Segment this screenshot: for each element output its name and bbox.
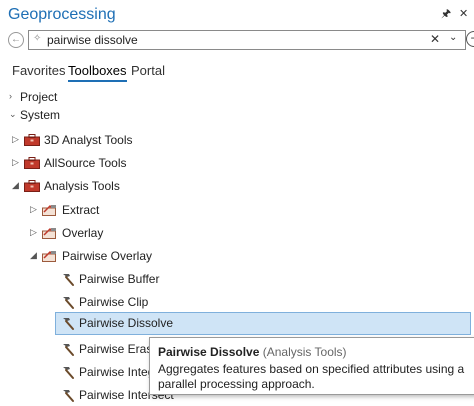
tool-pairwise-buffer[interactable]: Pairwise Buffer	[0, 270, 474, 290]
toolset-overlay[interactable]: ▷ Overlay	[0, 224, 474, 244]
toolset-icon	[42, 204, 56, 216]
toolset-pairwise-overlay[interactable]: ◢ Pairwise Overlay	[0, 247, 474, 267]
toolbox-3d-analyst[interactable]: ▷ 3D Analyst Tools	[0, 131, 474, 151]
hammer-icon	[63, 274, 74, 286]
hammer-icon	[63, 344, 74, 356]
hammer-icon	[63, 390, 74, 402]
pane-title: Geoprocessing	[8, 6, 116, 23]
hammer-icon	[63, 297, 74, 309]
hammer-icon	[63, 367, 74, 379]
close-pane-icon[interactable]: ✕	[459, 8, 468, 20]
tab-portal[interactable]: Portal	[131, 63, 165, 78]
back-arrow-icon[interactable]: ←	[8, 32, 24, 48]
hammer-icon	[63, 318, 74, 330]
toolbox-analysis[interactable]: ◢ Analysis Tools	[0, 177, 474, 197]
expand-arrow-icon[interactable]: ›	[9, 91, 19, 101]
collapse-all-icon[interactable]: −	[466, 31, 474, 47]
collapse-arrow-icon[interactable]: ◢	[12, 180, 22, 191]
tab-toolboxes[interactable]: Toolboxes	[68, 63, 127, 82]
toolset-icon	[42, 250, 56, 262]
collapse-arrow-icon[interactable]: ⌄	[9, 109, 19, 120]
tree-item-system[interactable]: ⌄ System	[0, 106, 474, 126]
toolset-icon	[42, 227, 56, 239]
tooltip-title: Pairwise Dissolve (Analysis Tools)	[158, 345, 347, 359]
search-row: ← ✧ ✕ ⌄ −	[0, 30, 474, 50]
tab-bar: Favorites Toolboxes Portal	[0, 63, 474, 85]
toolbox-icon	[24, 157, 40, 169]
toolset-extract[interactable]: ▷ Extract	[0, 201, 474, 221]
expand-arrow-icon[interactable]: ▷	[12, 134, 22, 145]
clear-search-icon[interactable]: ✕	[430, 32, 440, 46]
tool-pairwise-clip[interactable]: Pairwise Clip	[0, 293, 474, 313]
search-input[interactable]	[47, 32, 427, 48]
tab-favorites[interactable]: Favorites	[12, 63, 65, 78]
expand-arrow-icon[interactable]: ▷	[30, 204, 40, 215]
toolbox-allsource[interactable]: ▷ AllSource Tools	[0, 154, 474, 174]
tool-pairwise-dissolve[interactable]: Pairwise Dissolve	[0, 314, 474, 334]
pin-icon[interactable]: 🖈	[441, 8, 451, 20]
chevron-down-icon[interactable]: ⌄	[449, 32, 457, 43]
tooltip-tool-name: Pairwise Dissolve	[158, 345, 260, 359]
collapse-arrow-icon[interactable]: ◢	[30, 250, 40, 261]
search-box[interactable]: ✧ ✕ ⌄	[28, 30, 466, 50]
toolbox-icon	[24, 134, 40, 146]
expand-arrow-icon[interactable]: ▷	[12, 157, 22, 168]
sparkle-icon: ✧	[33, 33, 42, 44]
tree-item-project[interactable]: › Project	[0, 88, 474, 108]
expand-arrow-icon[interactable]: ▷	[30, 227, 40, 238]
tooltip-description: Aggregates features based on specified a…	[158, 362, 465, 391]
tooltip-toolbox: (Analysis Tools)	[262, 345, 347, 359]
toolbox-icon	[24, 180, 40, 192]
title-bar: Geoprocessing 🖈 ✕	[0, 0, 474, 30]
tool-tooltip: Pairwise Dissolve (Analysis Tools) Aggre…	[149, 337, 474, 395]
